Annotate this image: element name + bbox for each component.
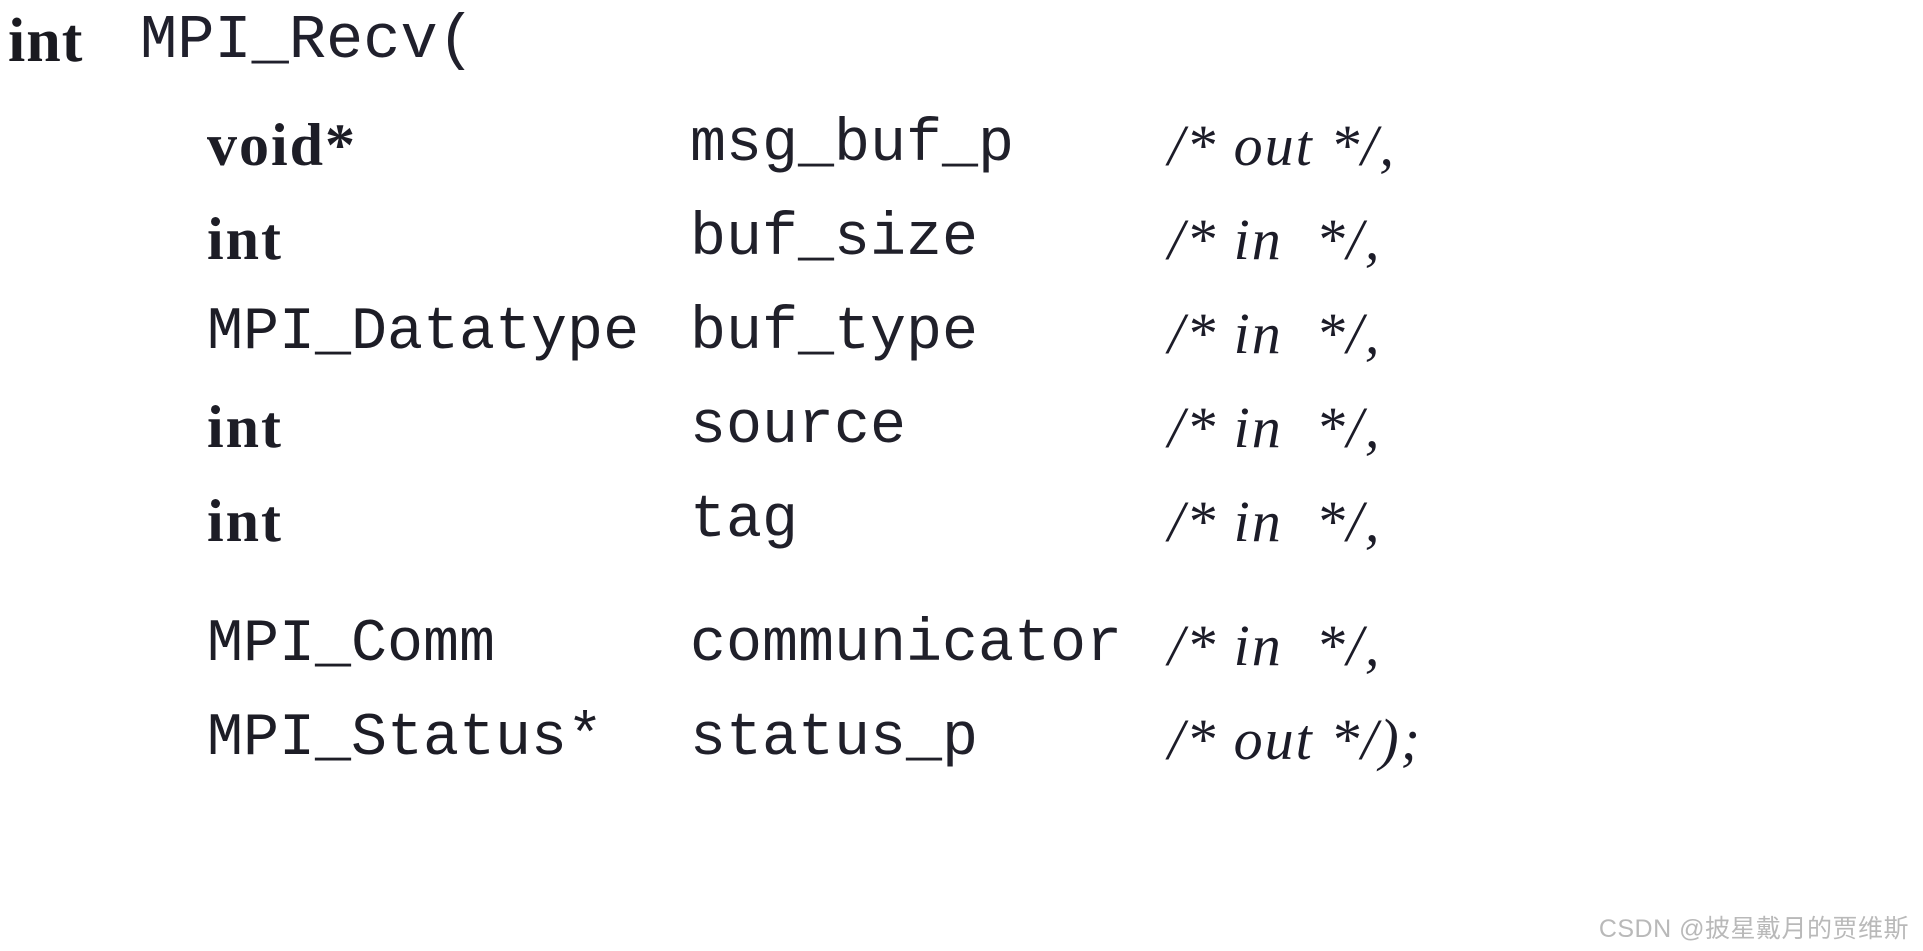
parameter-type: MPI_Status* [207,705,604,773]
parameter-type: int [207,488,284,554]
parameter-direction-comment: /* in */, [1168,489,1382,554]
parameter-name: source [690,393,907,461]
parameter-direction-comment: /* in */, [1168,207,1382,272]
parameter-direction-comment: /* in */, [1168,301,1382,366]
parameter-type: int [207,394,284,460]
parameter-direction-comment: /* out */); [1168,707,1422,772]
parameter-direction-comment: /* in */, [1168,613,1382,678]
parameter-name: buf_size [690,205,979,273]
parameter-type: void* [207,112,358,178]
parameter-type: MPI_Datatype [207,299,640,367]
csdn-watermark: CSDN @披星戴月的贾维斯 [1598,915,1909,943]
function-name: MPI_Recv( [140,5,475,76]
parameter-name: msg_buf_p [690,111,1015,179]
parameter-name: communicator [690,611,1123,679]
code-listing-page: int MPI_Recv( void* msg_buf_p /* out */, in… [0,0,1923,951]
code-block: int MPI_Recv( void* msg_buf_p /* out */, in… [0,0,1923,951]
parameter-name: buf_type [690,299,979,367]
return-type: int [8,7,84,75]
parameter-direction-comment: /* in */, [1168,395,1382,460]
parameter-type: MPI_Comm [207,611,496,679]
parameter-name: status_p [690,705,979,773]
parameter-name: tag [690,487,799,555]
parameter-type: int [207,206,284,272]
parameter-direction-comment: /* out */, [1168,113,1396,178]
